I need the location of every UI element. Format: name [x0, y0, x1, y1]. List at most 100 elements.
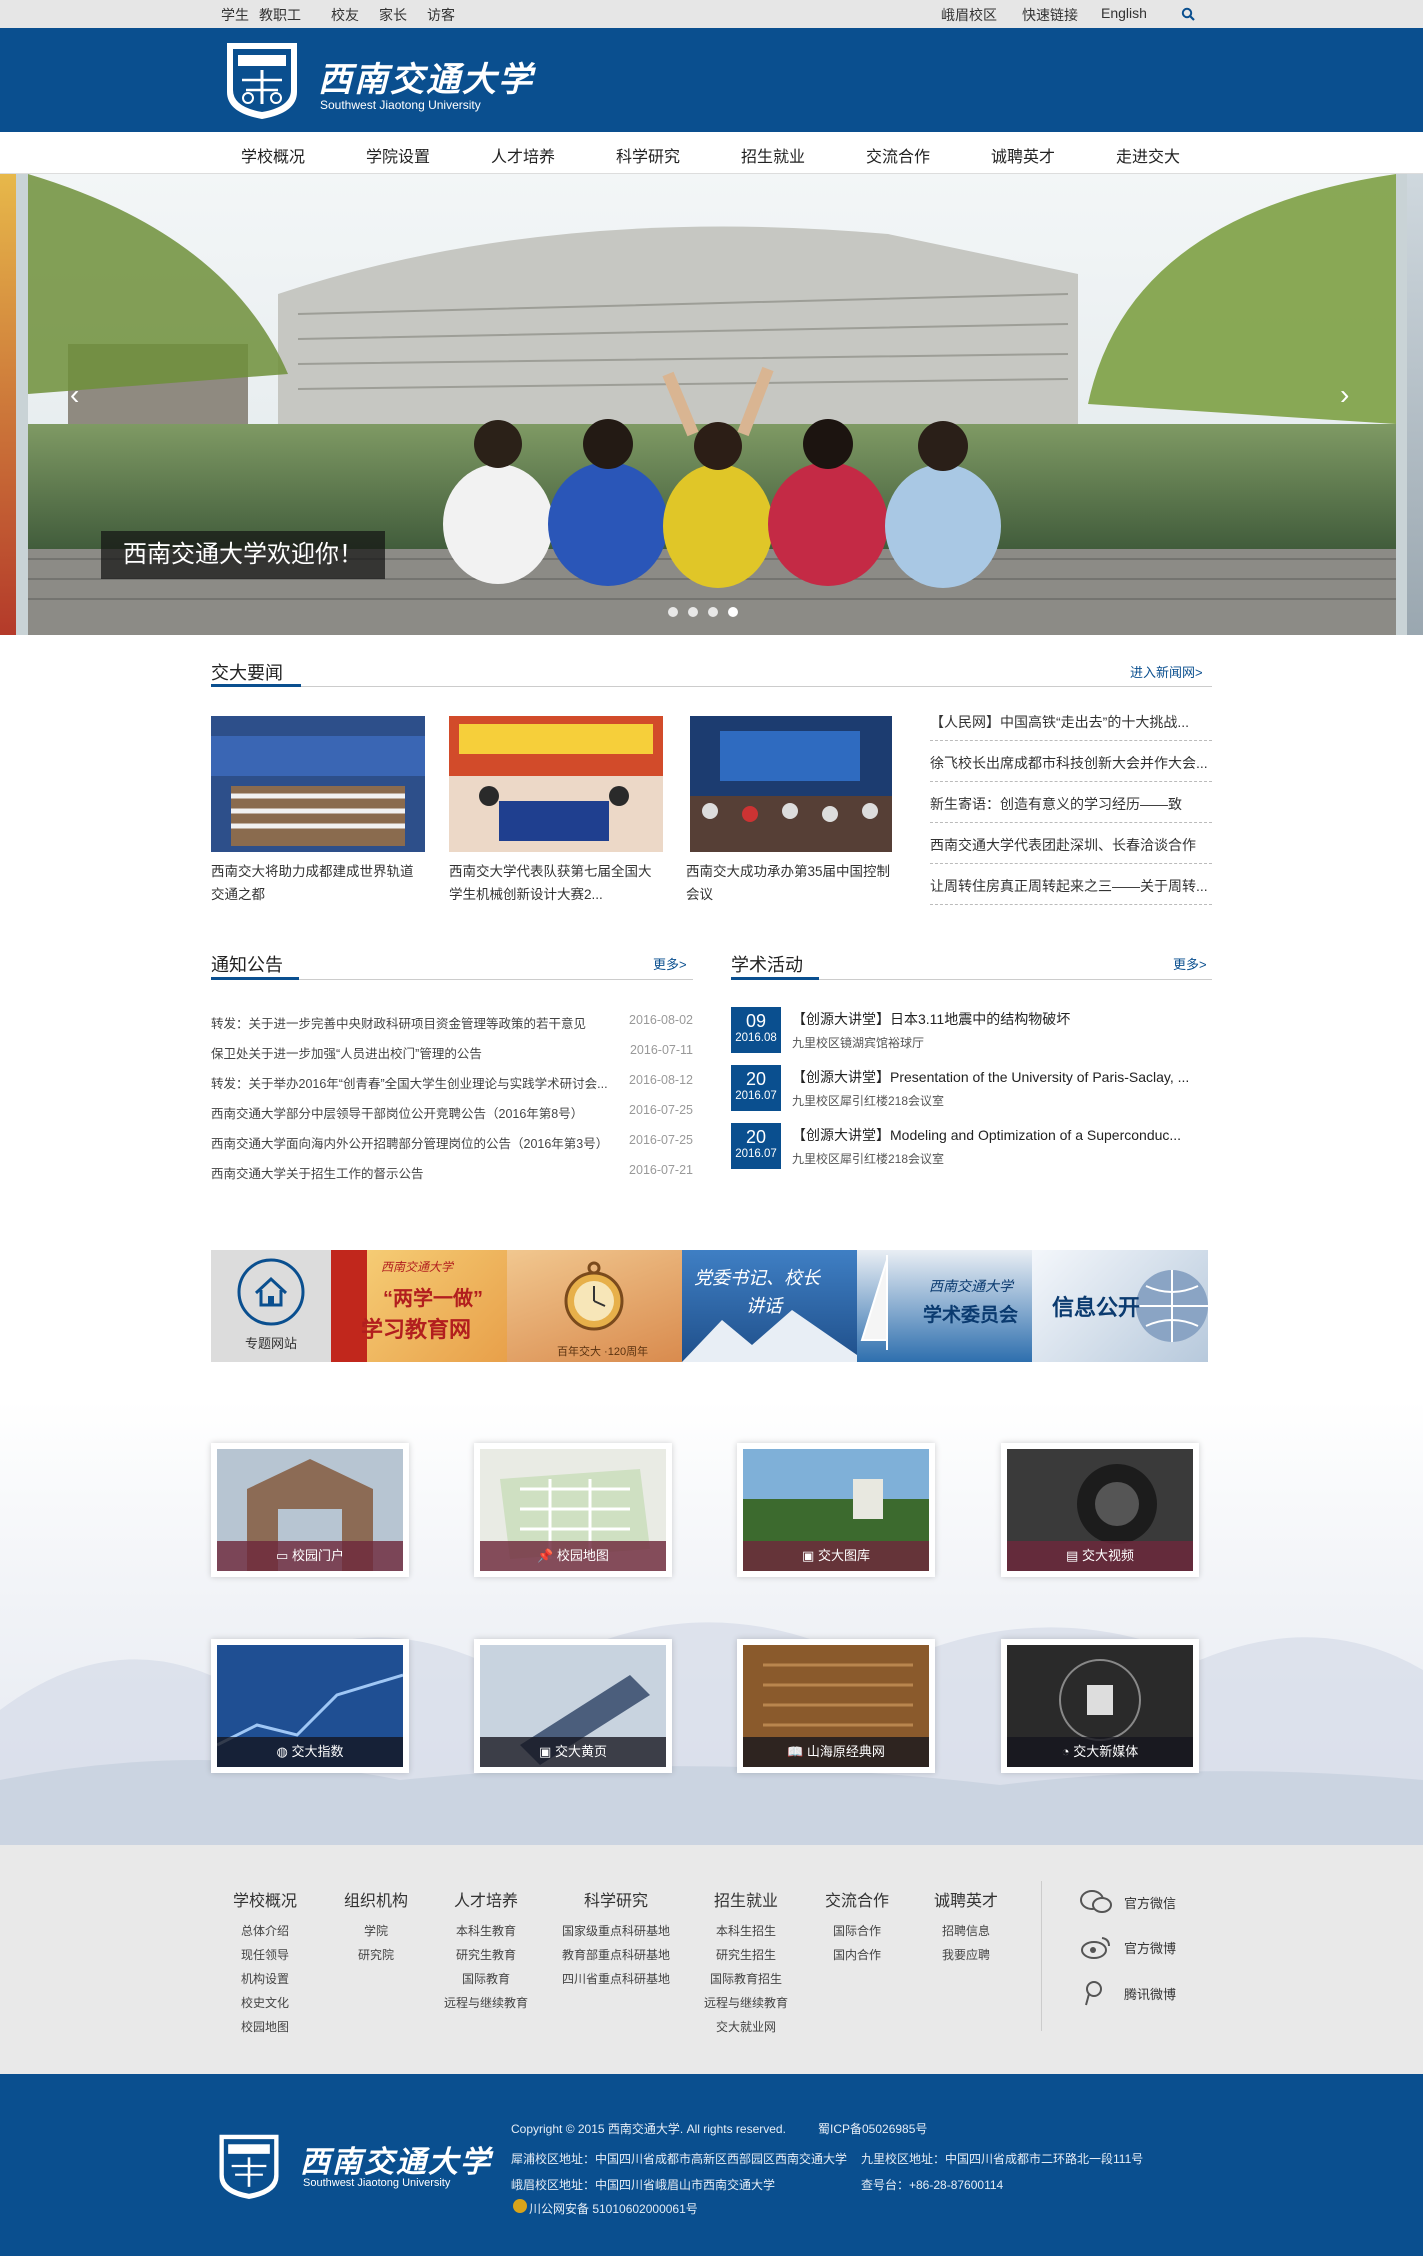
footer-link[interactable]: 总体介绍 [220, 1919, 310, 1943]
footer-police-record[interactable]: 川公网安备 51010602000061号 [529, 2200, 698, 2217]
footer-link[interactable]: 我要应聘 [921, 1943, 1011, 1967]
topbar-link-staff[interactable]: 教职工 [259, 5, 301, 25]
footer-link[interactable]: 招聘信息 [921, 1919, 1011, 1943]
footer-link[interactable]: 本科生招生 [691, 1919, 801, 1943]
footer-col-heading[interactable]: 学校概况 [220, 1887, 310, 1911]
news-card-caption[interactable]: 西南交大学代表队获第七届全国大学生机械创新设计大赛2... [449, 860, 663, 906]
topbar-link-students[interactable]: 学生 [221, 5, 249, 25]
news-more-link[interactable]: 进入新闻网> [1130, 662, 1203, 681]
footer-link[interactable]: 远程与继续教育 [691, 1991, 801, 2015]
footer-col-heading[interactable]: 人才培养 [431, 1887, 541, 1911]
nav-item-cooperation[interactable]: 交流合作 [866, 143, 930, 167]
nav-item-careers[interactable]: 诚聘英才 [991, 143, 1055, 167]
topbar-link-alumni[interactable]: 校友 [331, 5, 359, 25]
news-list-item[interactable]: 徐飞校长出席成都市科技创新大会并作大会... [930, 741, 1212, 782]
banner-academic-committee[interactable]: 西南交通大学 学术委员会 [857, 1250, 1032, 1362]
footer-col-heading[interactable]: 诚聘英才 [921, 1887, 1011, 1911]
academic-title[interactable]: 【创源大讲堂】日本3.11地震中的结构物破坏 [792, 1009, 1212, 1029]
footer-link[interactable]: 国内合作 [812, 1943, 902, 1967]
quick-tile-classics[interactable]: 📖 山海原经典网 [737, 1639, 935, 1773]
footer-link[interactable]: 远程与继续教育 [431, 1991, 541, 2015]
topbar-link-english[interactable]: English [1101, 5, 1147, 21]
quick-tile-index[interactable]: ◍ 交大指数 [211, 1639, 409, 1773]
academic-item[interactable]: 09 2016.08 【创源大讲堂】日本3.11地震中的结构物破坏 九里校区镜湖宾… [731, 1007, 1211, 1065]
social-tencent-weibo[interactable]: 腾讯微博 [1080, 1979, 1220, 2007]
banner-centennial[interactable]: 百年交大 ·120周年 [507, 1250, 682, 1362]
footer-link[interactable]: 本科生教育 [431, 1919, 541, 1943]
news-card-caption[interactable]: 西南交大将助力成都建成世界轨道交通之都 [211, 860, 425, 906]
academic-item[interactable]: 20 2016.07 【创源大讲堂】Modeling and Optimizati… [731, 1123, 1211, 1181]
topbar-link-quick-links[interactable]: 快速链接 [1022, 5, 1078, 25]
carousel-next-arrow[interactable]: › [1340, 379, 1349, 411]
news-card-image[interactable] [449, 716, 663, 852]
footer-link[interactable]: 研究院 [331, 1943, 421, 1967]
academic-title[interactable]: 【创源大讲堂】Modeling and Optimization of a Su… [792, 1125, 1212, 1145]
footer-link[interactable]: 学院 [331, 1919, 421, 1943]
footer-link[interactable]: 现任领导 [220, 1943, 310, 1967]
footer-link[interactable]: 校园地图 [220, 2015, 310, 2039]
notice-row[interactable]: 西南交通大学面向海内外公开招聘部分管理岗位的公告（2016年第3号） 2016-0… [211, 1133, 693, 1163]
footer-link[interactable]: 国际教育 [431, 1967, 541, 1991]
notice-more-link[interactable]: 更多> [653, 954, 687, 973]
news-list-item[interactable]: 西南交通大学代表团赴深圳、长春洽谈合作 [930, 823, 1212, 864]
notice-title[interactable]: 转发：关于进一步完善中央财政科研项目资金管理等政策的若干意见 [211, 1013, 611, 1032]
social-weibo[interactable]: 官方微博 [1080, 1934, 1220, 1960]
news-card-caption[interactable]: 西南交大成功承办第35届中国控制会议 [686, 860, 900, 906]
news-card-image[interactable] [690, 716, 892, 852]
footer-col-heading[interactable]: 招生就业 [691, 1887, 801, 1911]
nav-item-admissions[interactable]: 招生就业 [741, 143, 805, 167]
nav-item-colleges[interactable]: 学院设置 [366, 143, 430, 167]
site-logo[interactable]: 西南交通大学 Southwest Jiaotong University [224, 40, 532, 120]
footer-link[interactable]: 国家级重点科研基地 [551, 1919, 681, 1943]
notice-title[interactable]: 西南交通大学关于招生工作的督示公告 [211, 1163, 611, 1182]
notice-row[interactable]: 转发：关于进一步完善中央财政科研项目资金管理等政策的若干意见 2016-08-02 [211, 1013, 693, 1043]
nav-item-research[interactable]: 科学研究 [616, 143, 680, 167]
banner-leader-speeches[interactable]: 党委书记、校长 讲话 [682, 1250, 857, 1362]
notice-row[interactable]: 保卫处关于进一步加强“人员进出校门”管理的公告 2016-07-11 [211, 1043, 693, 1073]
special-sites-block[interactable]: 专题网站 [211, 1250, 331, 1362]
nav-item-explore[interactable]: 走进交大 [1116, 143, 1180, 167]
academic-item[interactable]: 20 2016.07 【创源大讲堂】Presentation of the Uni… [731, 1065, 1211, 1123]
footer-link[interactable]: 交大就业网 [691, 2015, 801, 2039]
quick-tile-yellow-pages[interactable]: ▣ 交大黄页 [474, 1639, 672, 1773]
footer-link[interactable]: 国际教育招生 [691, 1967, 801, 1991]
footer-col-heading[interactable]: 组织机构 [331, 1887, 421, 1911]
topbar-link-visitors[interactable]: 访客 [427, 5, 455, 25]
academic-more-link[interactable]: 更多> [1173, 954, 1207, 973]
nav-item-about[interactable]: 学校概况 [241, 143, 305, 167]
footer-link[interactable]: 研究生招生 [691, 1943, 801, 1967]
carousel-prev-arrow[interactable]: ‹ [70, 379, 79, 411]
quick-tile-campus-map[interactable]: 📌 校园地图 [474, 1443, 672, 1577]
topbar-link-emei-campus[interactable]: 峨眉校区 [941, 5, 997, 25]
banner-two-learn-one-do[interactable]: 西南交通大学 “两学一做” 学习教育网 [331, 1250, 507, 1362]
topbar-link-parents[interactable]: 家长 [379, 5, 407, 25]
quick-tile-video[interactable]: ▤ 交大视频 [1001, 1443, 1199, 1577]
notice-row[interactable]: 西南交通大学部分中层领导干部岗位公开竞聘公告（2016年第8号） 2016-07-… [211, 1103, 693, 1133]
quick-tile-campus-portal[interactable]: ▭ 校园门户 [211, 1443, 409, 1577]
banner-info-disclosure[interactable]: 信息公开 [1032, 1250, 1208, 1362]
footer-link[interactable]: 四川省重点科研基地 [551, 1967, 681, 1991]
quick-tile-new-media[interactable]: ◔ 交大新媒体 [1001, 1639, 1199, 1773]
footer-icp[interactable]: 蜀ICP备05026985号 [818, 2120, 927, 2137]
social-wechat[interactable]: 官方微信 [1080, 1889, 1220, 1915]
notice-row[interactable]: 转发：关于举办2016年“创青春”全国大学生创业理论与实践学术研讨会... 201… [211, 1073, 693, 1103]
footer-link[interactable]: 机构设置 [220, 1967, 310, 1991]
news-list-item[interactable]: 让周转住房真正周转起来之三——关于周转... [930, 864, 1212, 905]
search-icon[interactable] [1181, 7, 1195, 21]
footer-link[interactable]: 教育部重点科研基地 [551, 1943, 681, 1967]
quick-tile-photo-gallery[interactable]: ▣ 交大图库 [737, 1443, 935, 1577]
academic-title[interactable]: 【创源大讲堂】Presentation of the University of… [792, 1067, 1212, 1087]
notice-title[interactable]: 转发：关于举办2016年“创青春”全国大学生创业理论与实践学术研讨会... [211, 1073, 611, 1092]
notice-title[interactable]: 西南交通大学面向海内外公开招聘部分管理岗位的公告（2016年第3号） [211, 1133, 611, 1152]
footer-link[interactable]: 研究生教育 [431, 1943, 541, 1967]
news-list-item[interactable]: 【人民网】中国高铁“走出去”的十大挑战... [930, 700, 1212, 741]
notice-row[interactable]: 西南交通大学关于招生工作的督示公告 2016-07-21 [211, 1163, 693, 1193]
notice-title[interactable]: 西南交通大学部分中层领导干部岗位公开竞聘公告（2016年第8号） [211, 1103, 611, 1122]
notice-title[interactable]: 保卫处关于进一步加强“人员进出校门”管理的公告 [211, 1043, 611, 1062]
footer-col-heading[interactable]: 交流合作 [812, 1887, 902, 1911]
nav-item-education[interactable]: 人才培养 [491, 143, 555, 167]
footer-link[interactable]: 校史文化 [220, 1991, 310, 2015]
footer-link[interactable]: 国际合作 [812, 1919, 902, 1943]
news-card-image[interactable] [211, 716, 425, 852]
news-list-item[interactable]: 新生寄语：创造有意义的学习经历——致 [930, 782, 1212, 823]
